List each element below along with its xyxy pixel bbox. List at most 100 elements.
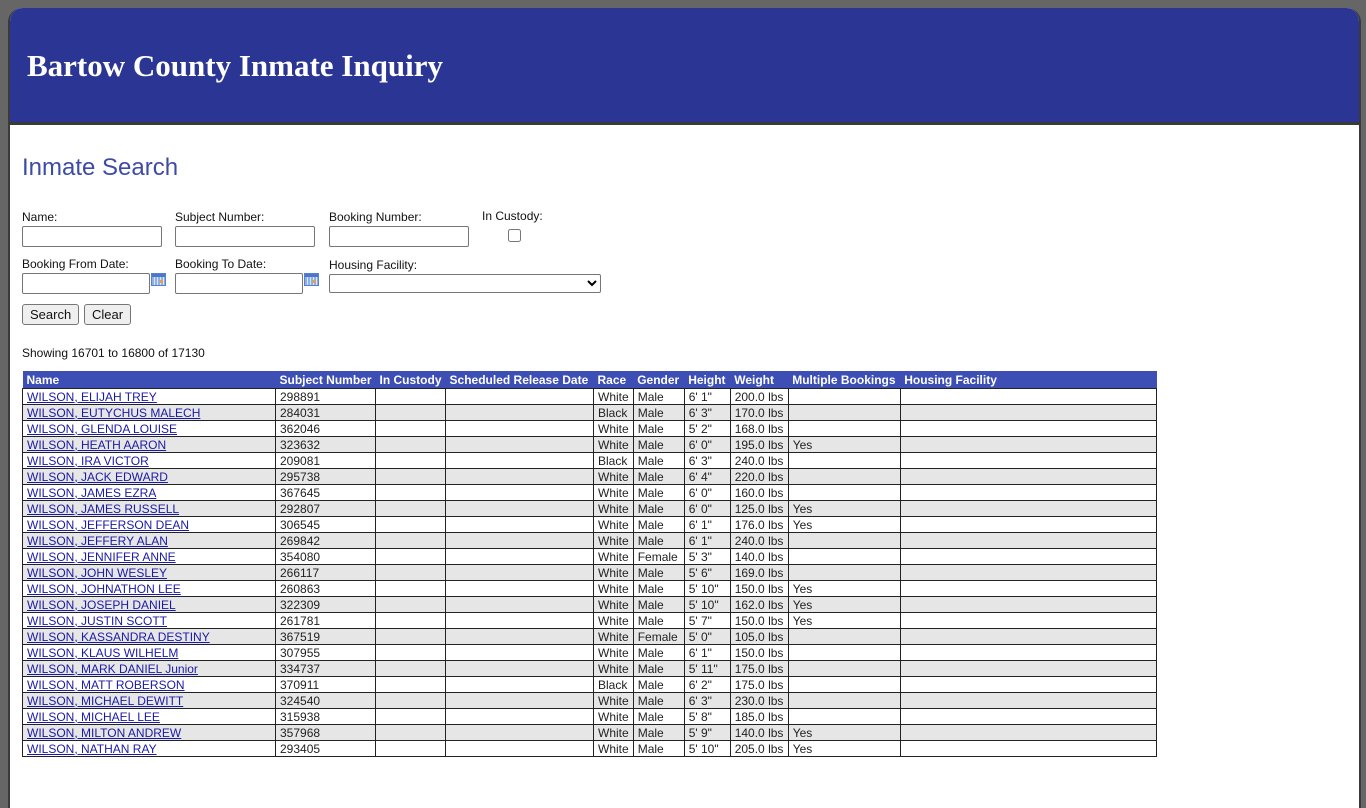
table-row: WILSON, KLAUS WILHELM 307955 White Male 6' 1… — [22, 644, 1158, 661]
column-header-height[interactable]: Height — [684, 371, 731, 389]
gender-cell: Male — [632, 532, 685, 549]
table-row: WILSON, MATT ROBERSON 370911 Black Male 6' 2… — [22, 676, 1158, 693]
table-row: WILSON, JAMES EZRA 367645 White Male 6' 0" 16… — [22, 484, 1158, 501]
weight-cell: 200.0 lbs — [729, 388, 789, 405]
table-row: WILSON, JOHN WESLEY 266117 White Male 5' 6" 1… — [22, 564, 1158, 581]
column-header-release-date[interactable]: Scheduled Release Date — [445, 371, 594, 389]
subject-number-cell: 269842 — [274, 532, 377, 549]
race-cell: White — [593, 468, 634, 485]
in-custody-cell — [375, 420, 447, 437]
inmate-name-link[interactable]: WILSON, JENNIFER ANNE — [27, 550, 176, 564]
inmate-name-link[interactable]: WILSON, MARK DANIEL Junior — [27, 662, 198, 676]
weight-cell: 169.0 lbs — [729, 564, 789, 581]
inmate-name-link[interactable]: WILSON, JOSEPH DANIEL — [27, 598, 176, 612]
inmate-name-link[interactable]: WILSON, ELIJAH TREY — [27, 390, 157, 404]
race-cell: White — [593, 596, 634, 613]
subject-number-input[interactable] — [175, 226, 315, 247]
column-header-weight[interactable]: Weight — [730, 371, 789, 389]
booking-number-input[interactable] — [329, 226, 469, 247]
height-cell: 6' 3" — [683, 452, 731, 469]
booking-from-date-input[interactable] — [22, 273, 150, 294]
height-cell: 6' 0" — [683, 484, 731, 501]
housing-facility-cell — [899, 484, 1158, 501]
name-cell: WILSON, JEFFERSON DEAN — [22, 516, 276, 533]
release-date-cell — [445, 548, 595, 565]
weight-cell: 220.0 lbs — [729, 468, 789, 485]
search-button[interactable]: Search — [22, 304, 80, 325]
gender-cell: Male — [632, 644, 685, 661]
release-date-cell — [445, 516, 595, 533]
results-table: Name Subject Number In Custody Scheduled… — [22, 371, 1158, 757]
height-cell: 6' 1" — [683, 516, 731, 533]
multiple-bookings-cell — [787, 452, 901, 469]
housing-facility-cell — [899, 532, 1158, 549]
column-header-multiple-bookings[interactable]: Multiple Bookings — [788, 371, 901, 389]
subject-number-cell: 324540 — [274, 692, 377, 709]
multiple-bookings-cell — [787, 628, 901, 645]
inmate-name-link[interactable]: WILSON, MILTON ANDREW — [27, 726, 181, 740]
in-custody-checkbox[interactable] — [508, 229, 521, 242]
gender-cell: Male — [632, 676, 685, 693]
subject-number-cell: 293405 — [274, 740, 377, 757]
column-header-gender[interactable]: Gender — [633, 371, 685, 389]
weight-cell: 230.0 lbs — [729, 692, 789, 709]
gender-cell: Male — [632, 500, 685, 517]
inmate-name-link[interactable]: WILSON, HEATH AARON — [27, 438, 166, 452]
multiple-bookings-cell: Yes — [787, 596, 901, 613]
inmate-name-link[interactable]: WILSON, KASSANDRA DESTINY — [27, 630, 210, 644]
table-row: WILSON, MARK DANIEL Junior 334737 White Mal… — [22, 660, 1158, 677]
column-header-subject-number[interactable]: Subject Number — [275, 371, 376, 389]
height-cell: 6' 1" — [683, 388, 731, 405]
table-row: WILSON, JENNIFER ANNE 354080 White Female 5'… — [22, 548, 1158, 565]
name-cell: WILSON, IRA VICTOR — [22, 452, 276, 469]
inmate-name-link[interactable]: WILSON, JAMES EZRA — [27, 486, 156, 500]
calendar-icon[interactable] — [151, 273, 166, 286]
inmate-name-link[interactable]: WILSON, MATT ROBERSON — [27, 678, 185, 692]
site-header: Bartow County Inmate Inquiry — [10, 8, 1359, 125]
housing-facility-cell — [899, 708, 1158, 725]
facility-field-group: Housing Facility: — [329, 258, 601, 293]
clear-button[interactable]: Clear — [84, 304, 132, 325]
gender-cell: Male — [632, 516, 685, 533]
table-row: WILSON, NATHAN RAY 293405 White Male 5' 10" 2… — [22, 740, 1158, 757]
weight-cell: 175.0 lbs — [729, 676, 789, 693]
housing-facility-cell — [899, 500, 1158, 517]
inmate-name-link[interactable]: WILSON, MICHAEL LEE — [27, 710, 160, 724]
inmate-name-link[interactable]: WILSON, JACK EDWARD — [27, 470, 168, 484]
gender-cell: Male — [632, 724, 685, 741]
in-custody-cell — [375, 484, 447, 501]
inmate-name-link[interactable]: WILSON, JEFFERSON DEAN — [27, 518, 189, 532]
inmate-name-link[interactable]: WILSON, JEFFERY ALAN — [27, 534, 168, 548]
inmate-name-link[interactable]: WILSON, KLAUS WILHELM — [27, 646, 178, 660]
subject-number-cell: 261781 — [274, 612, 377, 629]
race-cell: Black — [593, 676, 634, 693]
race-cell: White — [593, 548, 634, 565]
housing-facility-cell — [899, 644, 1158, 661]
inmate-name-link[interactable]: WILSON, JOHNATHON LEE — [27, 582, 181, 596]
inmate-name-link[interactable]: WILSON, JOHN WESLEY — [27, 566, 167, 580]
inmate-name-link[interactable]: WILSON, JAMES RUSSELL — [27, 502, 179, 516]
race-cell: White — [593, 580, 634, 597]
in-custody-cell — [375, 676, 447, 693]
inmate-name-link[interactable]: WILSON, NATHAN RAY — [27, 742, 157, 756]
column-header-in-custody[interactable]: In Custody — [375, 371, 446, 389]
custody-field-group: In Custody: — [482, 209, 543, 245]
height-cell: 5' 10" — [683, 596, 731, 613]
inmate-name-link[interactable]: WILSON, EUTYCHUS MALECH — [27, 406, 200, 420]
inmate-name-link[interactable]: WILSON, GLENDA LOUISE — [27, 422, 177, 436]
race-cell: White — [593, 612, 634, 629]
housing-facility-select[interactable] — [329, 274, 601, 293]
inmate-name-link[interactable]: WILSON, JUSTIN SCOTT — [27, 614, 167, 628]
subject-number-label: Subject Number: — [175, 210, 265, 224]
column-header-name[interactable]: Name — [22, 371, 276, 389]
table-row: WILSON, JEFFERY ALAN 269842 White Male 6' 1"… — [22, 532, 1158, 549]
column-header-race[interactable]: Race — [593, 371, 634, 389]
booking-to-date-input[interactable] — [175, 273, 303, 294]
name-input[interactable] — [22, 226, 162, 247]
subject-number-cell: 266117 — [274, 564, 377, 581]
inmate-name-link[interactable]: WILSON, MICHAEL DEWITT — [27, 694, 183, 708]
inmate-name-link[interactable]: WILSON, IRA VICTOR — [27, 454, 149, 468]
calendar-icon[interactable] — [304, 273, 319, 286]
in-custody-cell — [375, 580, 447, 597]
column-header-housing-facility[interactable]: Housing Facility — [900, 371, 1157, 389]
